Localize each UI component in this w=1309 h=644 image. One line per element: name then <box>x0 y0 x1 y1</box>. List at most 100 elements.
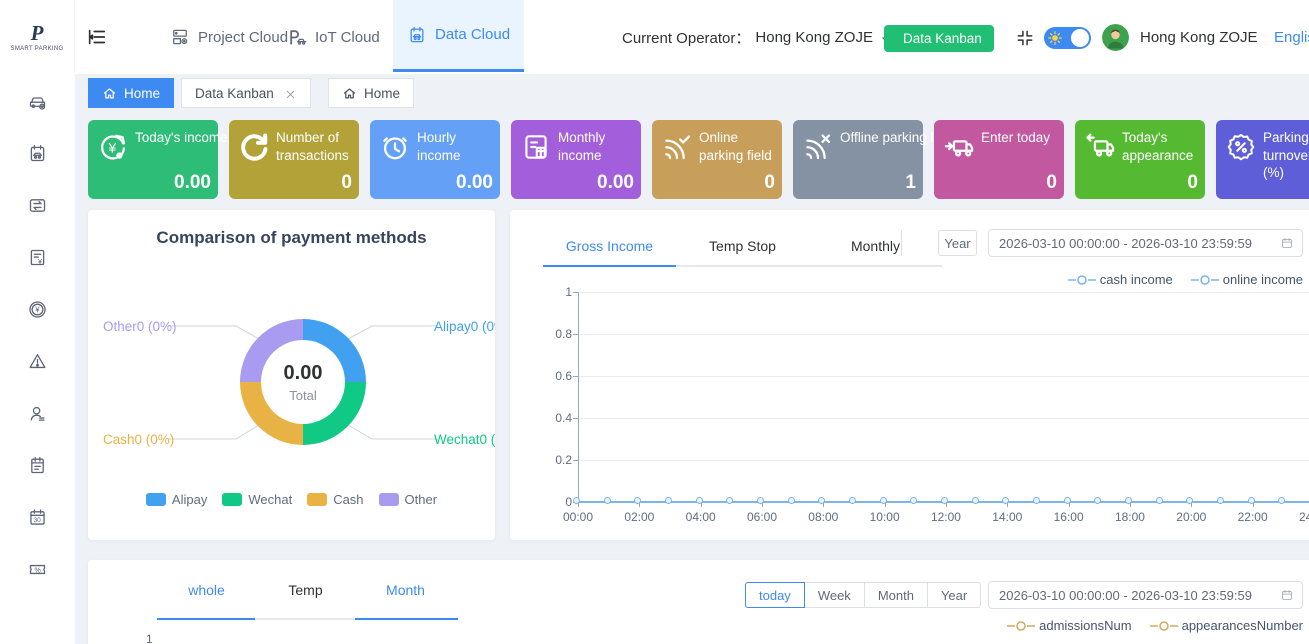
data-point-marker <box>1156 497 1163 504</box>
stat-card-label: Today's appearance <box>1122 129 1202 164</box>
gridline <box>578 376 1309 377</box>
nav-item-iot-cloud[interactable]: IoT Cloud <box>273 0 394 74</box>
range-button-today[interactable]: today <box>745 582 805 608</box>
tab-label: Data Kanban <box>195 86 274 101</box>
menu-fold-icon[interactable] <box>86 26 108 48</box>
gridline <box>578 418 1309 419</box>
donut-center: 0.00 Total <box>261 340 345 424</box>
tab-underline <box>157 618 255 620</box>
open-tab-home[interactable]: Home <box>88 78 174 108</box>
stat-card-wifi-x: Offline parking lot1 <box>793 120 923 199</box>
tab-label: Home <box>124 86 160 101</box>
svg-text:30: 30 <box>33 517 41 524</box>
y-axis-label: 1 <box>146 632 153 644</box>
range-button-year[interactable]: Year <box>927 582 981 608</box>
avatar[interactable] <box>1102 24 1129 51</box>
legend-label: Cash <box>333 492 363 507</box>
refresh-yen-icon: ¥ <box>97 131 129 163</box>
person-icon <box>27 403 48 424</box>
stat-card-label: Number of transactions <box>276 129 356 164</box>
donut-total-value: 0.00 <box>284 362 323 385</box>
y-tick-label: 0.6 <box>530 369 572 383</box>
legend-label: Other <box>405 492 438 507</box>
legend-label: Wechat <box>248 492 292 507</box>
x-tick-label: 18:00 <box>1105 510 1155 524</box>
svg-text:¥: ¥ <box>35 305 40 314</box>
legend-item-cash[interactable]: Cash <box>307 492 363 507</box>
wifi-x-icon <box>802 131 834 163</box>
user-name: Hong Kong ZOJE <box>1140 0 1258 75</box>
pie-legend: Alipay Wechat Cash Other <box>88 492 495 507</box>
legend-item-admissionsNum[interactable]: admissionsNum <box>1007 618 1131 633</box>
range-button-month[interactable]: Month <box>864 582 928 608</box>
x-tick-label: 10:00 <box>860 510 910 524</box>
language-link[interactable]: English <box>1274 0 1309 75</box>
sidebar-item-clipboard-car[interactable] <box>0 127 75 179</box>
stat-card-doc-calendar: Monthly income0.00 <box>511 120 641 199</box>
stat-card-label: Hourly income <box>417 129 497 164</box>
open-tab-data-kanban[interactable]: Data Kanban <box>181 78 311 108</box>
stat-card-truck-in: Enter today0 <box>934 120 1064 199</box>
sidebar-item-notebook[interactable] <box>0 439 75 491</box>
data-cloud-icon <box>407 25 427 45</box>
theme-toggle[interactable] <box>1044 27 1091 49</box>
close-icon[interactable] <box>284 87 297 100</box>
traffic-tab-temp[interactable]: Temp <box>254 572 357 608</box>
stat-card-value: 0 <box>1187 172 1198 194</box>
operator-value: Hong Kong ZOJE <box>755 29 873 46</box>
legend-swatch <box>307 493 327 506</box>
data-point-marker <box>604 497 611 504</box>
calendar-icon <box>1280 588 1294 602</box>
current-operator-dropdown[interactable]: Current Operator： Hong Kong ZOJE <box>622 0 892 75</box>
tab-underline <box>355 618 458 620</box>
stat-card-value: 0 <box>764 172 775 194</box>
stat-card-truck-out: Today's appearance 0 <box>1075 120 1205 199</box>
sidebar-item-ticket-percent[interactable]: % <box>0 543 75 595</box>
sidebar-item-transfer-arrows[interactable] <box>0 179 75 231</box>
data-point-marker <box>788 497 795 504</box>
truck-out-icon <box>1084 131 1116 163</box>
sidebar-item-calendar-30[interactable]: 30 <box>0 491 75 543</box>
range-button-week[interactable]: Week <box>804 582 865 608</box>
y-tick-label: 0.4 <box>530 411 572 425</box>
traffic-tab-month[interactable]: Month <box>354 572 457 608</box>
sidebar-item-person[interactable] <box>0 387 75 439</box>
sidebar-item-car-gear[interactable] <box>0 75 75 127</box>
x-tick-label: 22:00 <box>1228 510 1278 524</box>
warning-triangle-icon <box>27 351 48 372</box>
legend-item-wechat[interactable]: Wechat <box>222 492 292 507</box>
stat-card-refresh-yen: ¥Today's income ()0.00 <box>88 120 218 199</box>
home-icon <box>342 86 357 101</box>
x-tick-label: 20:00 <box>1166 510 1216 524</box>
traffic-date-range-picker[interactable]: 2026-03-10 00:00:00 - 2026-03-10 23:59:5… <box>988 581 1303 609</box>
nav-item-label: Data Cloud <box>435 26 510 43</box>
stat-cards-row: ¥Today's income ()0.00 Number of transact… <box>88 120 1309 199</box>
nav-item-label: IoT Cloud <box>315 29 380 46</box>
stat-card-label: Today's income () <box>135 129 240 147</box>
legend-item-appearancesNumber[interactable]: appearancesNumber <box>1150 618 1303 633</box>
fullscreen-icon[interactable] <box>1015 28 1035 48</box>
gridline <box>578 292 1309 293</box>
tab-underline <box>255 618 355 620</box>
legend-item-alipay[interactable]: Alipay <box>146 492 207 507</box>
stat-card-label: Enter today <box>981 129 1061 147</box>
data-point-marker <box>757 497 764 504</box>
sidebar-item-coin-yen[interactable]: ¥ <box>0 283 75 335</box>
data-point-marker <box>880 497 887 504</box>
open-tab-home[interactable]: Home <box>328 78 414 108</box>
legend-item-other[interactable]: Other <box>379 492 438 507</box>
tab-label: Home <box>364 86 400 101</box>
y-axis-line <box>578 292 579 502</box>
sidebar-item-warning-triangle[interactable] <box>0 335 75 387</box>
transfer-arrows-icon <box>27 195 48 216</box>
traffic-tab-whole[interactable]: whole <box>155 572 258 608</box>
legend-label: Alipay <box>172 492 207 507</box>
nav-item-data-cloud[interactable]: Data Cloud <box>393 0 524 72</box>
sidebar-item-invoice-yen[interactable]: ¥ <box>0 231 75 283</box>
stat-card-label: Offline parking lot <box>840 129 945 147</box>
data-kanban-button[interactable]: Data Kanban <box>884 25 994 52</box>
logo-mark: P <box>31 23 44 44</box>
notebook-icon <box>27 455 48 476</box>
doc-calendar-icon <box>520 131 552 163</box>
data-point-marker <box>1217 497 1224 504</box>
